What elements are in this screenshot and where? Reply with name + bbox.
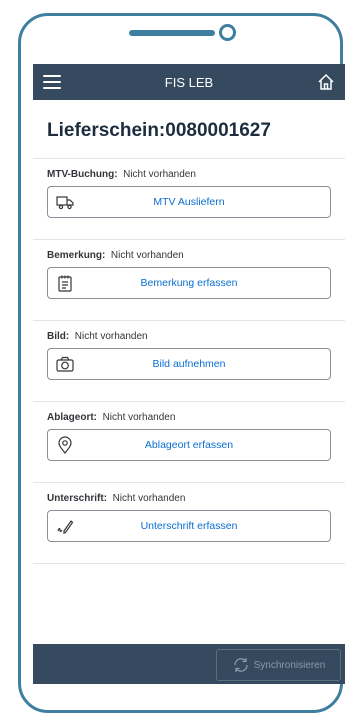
menu-icon[interactable] — [43, 75, 61, 89]
section-bild: Bild: Nicht vorhanden Bild aufnehmen — [33, 321, 345, 402]
truck-icon — [56, 196, 74, 210]
bild-aufnehmen-button[interactable]: Bild aufnehmen — [47, 348, 331, 380]
footer-bar: Synchronisieren — [33, 644, 345, 684]
signature-icon — [57, 520, 74, 534]
sync-icon — [233, 658, 248, 672]
section-mtv-buchung: MTV-Buchung: Nicht vorhanden MTV Auslief… — [33, 159, 345, 240]
app-title: FIS LEB — [164, 74, 214, 90]
section-label: Bemerkung: Nicht vorhanden — [47, 250, 184, 261]
page-title: Lieferschein:0080001627 — [33, 100, 345, 159]
camera-icon — [56, 356, 74, 372]
location-pin-icon — [58, 436, 72, 454]
mtv-ausliefern-button[interactable]: MTV Ausliefern — [47, 186, 331, 218]
phone-speaker — [129, 24, 236, 41]
section-ablageort: Ablageort: Nicht vorhanden Ablageort erf… — [33, 402, 345, 483]
synchronisieren-button[interactable]: Synchronisieren — [216, 649, 341, 681]
shell-bar: FIS LEB — [33, 64, 345, 100]
section-label: Ablageort: Nicht vorhanden — [47, 412, 176, 423]
app-screen: FIS LEB Lieferschein:0080001627 MTV-Buch… — [33, 64, 345, 684]
home-icon[interactable] — [317, 73, 335, 91]
notepad-icon — [58, 275, 72, 292]
unterschrift-erfassen-button[interactable]: Unterschrift erfassen — [47, 510, 331, 542]
section-bemerkung: Bemerkung: Nicht vorhanden Bemerkung erf… — [33, 240, 345, 321]
section-label: MTV-Buchung: Nicht vorhanden — [47, 169, 196, 180]
section-unterschrift: Unterschrift: Nicht vorhanden Unterschri… — [33, 483, 345, 564]
ablageort-erfassen-button[interactable]: Ablageort erfassen — [47, 429, 331, 461]
bemerkung-erfassen-button[interactable]: Bemerkung erfassen — [47, 267, 331, 299]
section-label: Bild: Nicht vorhanden — [47, 331, 148, 342]
section-label: Unterschrift: Nicht vorhanden — [47, 493, 186, 504]
